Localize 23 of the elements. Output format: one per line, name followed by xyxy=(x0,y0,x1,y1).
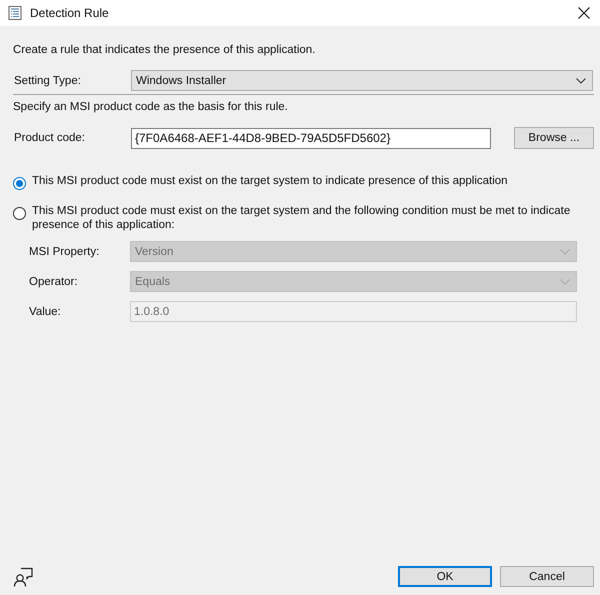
field-label: MSI Property: xyxy=(28,246,100,258)
chevron-down-icon xyxy=(576,78,586,84)
radio-button[interactable] xyxy=(13,177,26,190)
window-icon xyxy=(8,6,22,20)
instruction-text: Specify an MSI product code as the basis for this rule. xyxy=(13,101,289,113)
field-label: Value: xyxy=(28,306,62,318)
chevron-down-icon xyxy=(560,278,570,284)
ok-button[interactable]: OK xyxy=(398,566,492,587)
intro-text: Create a rule that indicates the presence of this application. xyxy=(13,44,316,56)
product-code-label: Product code: xyxy=(13,132,86,144)
browse-button[interactable]: Browse ... xyxy=(514,127,594,149)
product-code-field[interactable]: {7F0A6468-AEF1-44D8-9BED-79A5D5FD5602} xyxy=(131,128,491,148)
window-title: Detection Rule xyxy=(30,6,110,20)
chevron-down-icon xyxy=(560,248,570,254)
setting-type-label: Setting Type: xyxy=(13,74,82,86)
option-label: This MSI product code must exist on the target system to indicate presence of this application xyxy=(32,174,508,188)
option-label: This MSI product code must exist on the target system and the following condition must be met to indicate presence of this application: xyxy=(32,204,572,232)
setting-type-dropdown[interactable]: Windows Installer xyxy=(131,70,593,91)
cancel-button[interactable]: Cancel xyxy=(500,566,594,587)
field-label: Operator: xyxy=(28,276,79,288)
feedback-icon[interactable] xyxy=(13,566,33,586)
close-icon[interactable] xyxy=(578,7,590,19)
radio-button[interactable] xyxy=(13,207,26,220)
